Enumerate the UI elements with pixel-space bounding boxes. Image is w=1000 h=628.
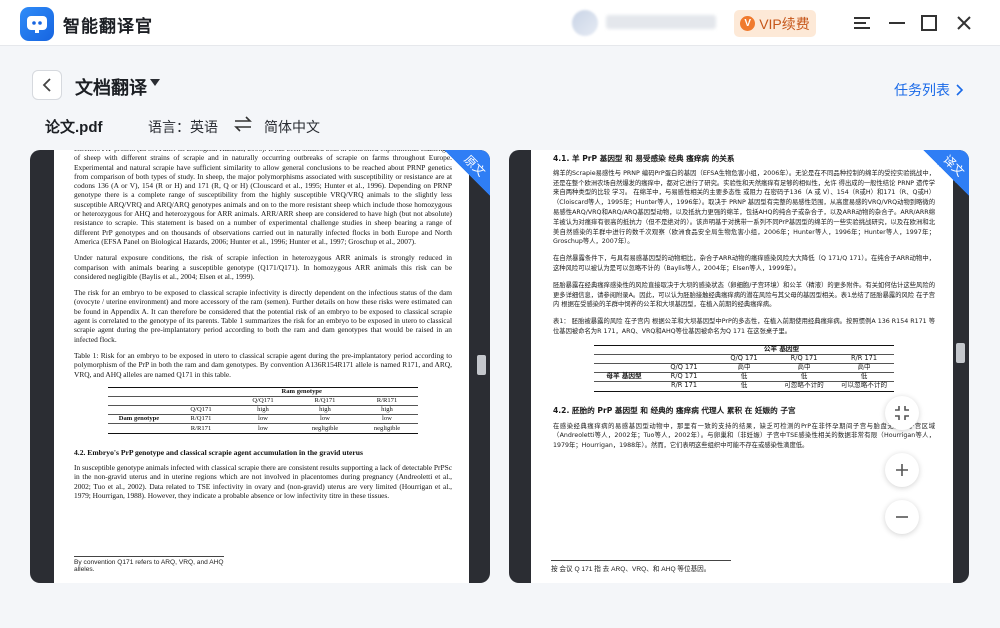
original-page: checkers PrP protein (EFSA Panel on Biol… xyxy=(54,150,469,583)
scrollbar-thumb[interactable] xyxy=(477,355,486,375)
language-info: 语言：英语 xyxy=(148,117,218,137)
menu-icon[interactable] xyxy=(850,11,874,35)
swap-arrows-icon xyxy=(233,116,253,137)
table-cell: negligible xyxy=(311,424,339,432)
plus-icon xyxy=(896,464,908,476)
table-cell: R/R 171 xyxy=(670,381,698,390)
translation-ribbon-label: 译文 xyxy=(940,152,968,180)
task-list-link[interactable]: 任务列表 xyxy=(894,80,964,100)
chevron-left-icon xyxy=(42,78,51,92)
scrollbar-thumb[interactable] xyxy=(956,343,965,363)
target-language: 简体中文 xyxy=(264,119,320,135)
table-cell: high xyxy=(257,406,269,414)
table-cell: Q/Q171 xyxy=(190,406,212,414)
translated-paragraph: 绵羊的Scrapie易感性与 PRNP 编码PrP蛋白的基因（EFSA生物危害小… xyxy=(553,169,935,246)
section-heading: 4.2. 胚胎的 PrP 基因型 和 经典的 瘙痒病 代理人 累积 在 妊娠的 … xyxy=(553,405,796,415)
table-row-header: 母羊 基因型 xyxy=(606,371,642,380)
table-col-header: R/R171 xyxy=(376,397,398,405)
vip-badge-icon: V xyxy=(740,16,756,31)
table-cell: negligible xyxy=(373,424,401,432)
original-ribbon: 原文 xyxy=(444,150,490,196)
close-icon[interactable] xyxy=(952,11,976,35)
fit-screen-button[interactable] xyxy=(885,396,919,430)
table-cell: R/R171 xyxy=(190,424,212,432)
back-button[interactable] xyxy=(32,70,62,100)
table-col-header: Q/Q171 xyxy=(252,397,274,405)
table-cell: 可以忽略不计的 xyxy=(840,381,888,390)
maximize-icon[interactable] xyxy=(917,11,941,35)
table-cell: low xyxy=(258,424,268,432)
user-avatar[interactable] xyxy=(572,10,598,36)
table-cell: R/Q 171 xyxy=(670,371,698,380)
table-cell: R/Q171 xyxy=(190,415,212,423)
translated-paragraph: 在感染经典瘙痒病的易感基因型动物中，那里有一致的支持的结果，缺乏可检测的PrP在… xyxy=(553,422,935,450)
table-cell: 可忽略不计的 xyxy=(784,381,824,390)
chevron-right-icon xyxy=(956,84,964,96)
file-name: 论文.pdf xyxy=(45,119,103,136)
page-title[interactable]: 文档翻译 xyxy=(75,74,147,100)
app-logo xyxy=(20,7,54,41)
footnote: 按 会议 Q 171 指 去 ARQ、VRQ、和 AHQ 等位基因。 xyxy=(551,560,731,573)
original-document-panel[interactable]: checkers PrP protein (EFSA Panel on Biol… xyxy=(30,150,490,583)
table-caption: 表1： 胚胎被暴露的风险 在子宫内 根据公羊和大坝基因型中PrP的多态性，在植入… xyxy=(553,318,935,335)
language-label: 语言： xyxy=(148,119,190,135)
table-title: Ram genotype xyxy=(281,388,322,396)
minus-icon xyxy=(896,516,908,518)
title-bar: 智能翻译官 V VIP续费 xyxy=(0,0,1000,46)
task-list-label: 任务列表 xyxy=(894,82,950,98)
section-heading: 4.2. Embryo's PrP genotype and classical… xyxy=(74,447,363,457)
section-heading: 4.1. 羊 PrP 基因型 和 易受感染 经典 瘙痒病 的关系 xyxy=(553,154,735,163)
translated-paragraph: 胚胎暴露在经典瘙痒感染性的风险直接取决于大坝的感染状态（卵细胞/子宫环境）和公羊… xyxy=(553,281,935,309)
translated-table: 公羊 基因型 Q/Q 171 R/Q 171 R/R 171 Q/Q 171 高中 高中… xyxy=(594,344,894,392)
footnote: By convention Q171 refers to ARQ, VRQ, a… xyxy=(74,556,224,573)
original-paragraph: In susceptible genotype animals infected… xyxy=(74,463,452,501)
original-paragraph: The risk for an embryo to be exposed to … xyxy=(74,288,452,344)
caret-down-icon[interactable] xyxy=(150,79,160,86)
table-cell: low xyxy=(382,415,392,423)
table-cell: 低 xyxy=(740,381,748,390)
user-name-blurred xyxy=(606,15,716,29)
zoom-out-button[interactable] xyxy=(885,500,919,534)
table-cell: low xyxy=(258,415,268,423)
source-language: 英语 xyxy=(190,119,218,135)
table-col-header: R/Q171 xyxy=(314,397,336,405)
zoom-in-button[interactable] xyxy=(885,453,919,487)
vip-renew-button[interactable]: V VIP续费 xyxy=(734,10,816,37)
original-paragraph: Under natural exposure conditions, the r… xyxy=(74,253,452,281)
table-cell: low xyxy=(320,415,330,423)
original-table: Ram genotype Q/Q171 R/Q171 R/R171 Q/Q171 hi… xyxy=(108,386,418,434)
minimize-icon[interactable] xyxy=(885,11,909,35)
table-cell: high xyxy=(319,406,331,414)
table-cell: high xyxy=(381,406,393,414)
app-title: 智能翻译官 xyxy=(63,17,153,36)
original-ribbon-label: 原文 xyxy=(461,152,489,180)
translated-paragraph: 在自然暴露条件下，与具有易感基因型的动物相比，杂合子ARR动物的瘙痒感染风险大大… xyxy=(553,255,935,272)
table-caption: Table 1: Risk for an embryo to be expose… xyxy=(74,350,452,379)
table-row-header: Dam genotype xyxy=(118,415,160,423)
vip-renew-label: VIP续费 xyxy=(759,15,810,32)
translation-ribbon: 译文 xyxy=(923,150,969,196)
original-paragraph: checkers PrP protein (EFSA Panel on Biol… xyxy=(74,150,452,246)
collapse-icon xyxy=(895,406,909,420)
